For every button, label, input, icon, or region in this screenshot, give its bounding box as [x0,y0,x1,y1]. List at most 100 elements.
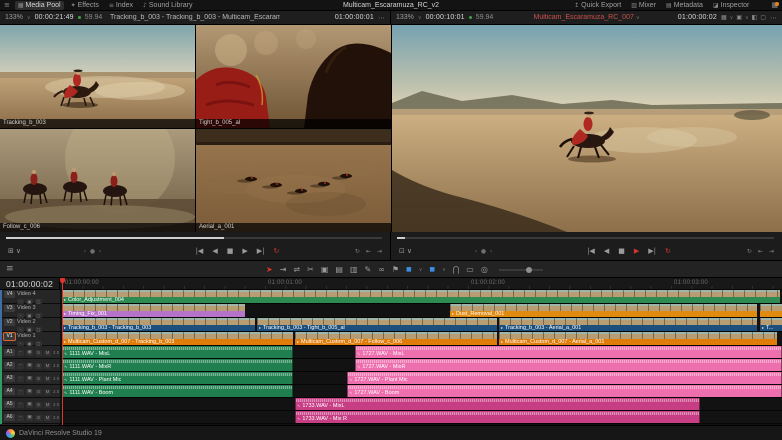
timeline-clip[interactable]: ▸Tracking_b_003 - Aerial_a_001 [499,318,757,331]
track-auto-select-icon[interactable]: ▣ [26,350,33,356]
jog-wheel[interactable]: ‹ ● › [457,248,511,255]
fullscreen-icon[interactable]: ▢ [760,14,766,21]
dynamic-trim-icon[interactable]: ⇌ [293,262,300,277]
track-auto-select-icon[interactable]: ▣ [26,389,33,395]
loop-playback-icon[interactable]: ↻ [747,248,752,255]
track-auto-select-icon[interactable]: ▣ [26,415,33,421]
timeline-clip[interactable]: ∿1111.WAV - Boom [62,385,293,397]
mute-button[interactable]: M [44,363,51,369]
multicam-angle-follow[interactable]: Follow_c_006 [0,129,195,232]
track-lock-icon[interactable]: – [17,376,24,382]
zoom-fit-icon[interactable]: ▭ [466,262,474,277]
timeline-clip[interactable]: ∿1727.WAV - MixR [355,359,782,371]
mute-button[interactable]: M [44,415,51,421]
track-header-a3[interactable]: A3–▣SM2.0 [0,372,60,385]
still-store-dropdown[interactable]: ▣ [736,14,742,21]
timeline-name-dropdown[interactable]: Multicam_Escaramuza_RC_007 ∨ [501,14,672,21]
trim-edit-icon[interactable]: ⇥ [280,262,287,277]
top-button-metadata[interactable]: ▤Metadata [663,1,706,10]
track-header-a5[interactable]: A5–▣SM2.0 [0,398,60,411]
goto-out-icon[interactable]: ⇥ [377,248,382,255]
timeline-clip[interactable]: ▸Tracking_b_003 - Tight_b_005_al [257,318,497,331]
mute-button[interactable]: M [44,376,51,382]
play-button[interactable]: ▶ [634,245,639,257]
loop-button[interactable]: ↻ [665,245,671,257]
top-button-index[interactable]: ≡Index [106,1,136,10]
mute-button[interactable]: M [44,350,51,356]
stop-button[interactable]: ■ [618,245,625,257]
timeline-clip[interactable]: ▸Multicam_Custom_d_007 - Follow_c_006 [295,332,497,345]
track-lock-icon[interactable]: – [17,350,24,356]
goto-out-icon[interactable]: ⇥ [769,248,774,255]
track-header-a1[interactable]: A1–▣SM2.0 [0,346,60,359]
timeline-viewer-canvas[interactable] [392,25,782,232]
track-lock-icon[interactable]: – [17,363,24,369]
overwrite-clip-icon[interactable]: ▤ [335,262,343,277]
track-header-a4[interactable]: A4–▣SM2.0 [0,385,60,398]
loop-button[interactable]: ↻ [273,245,279,257]
timeline-clip[interactable]: ∿1733.WAV - Mix R [295,411,700,423]
loop-playback-icon[interactable]: ↻ [355,248,360,255]
transform-dropdown[interactable]: ⊡ ∨ [399,247,457,255]
timeline-zoom-slider[interactable] [499,269,543,271]
source-zoom-dropdown[interactable]: 133% [5,14,23,21]
timeline-clip[interactable]: ▸Multicam_Custom_d_007 - Aerial_a_001 [499,332,777,345]
selection-tool-icon[interactable]: ➤ [266,262,273,277]
playhead[interactable] [62,278,63,425]
timeline-ruler[interactable]: 01:00:00:0001:00:01:0001:00:02:0001:00:0… [60,278,782,290]
timeline-clip[interactable]: ▸Color_Adjustment_004 [62,290,780,303]
solo-button[interactable]: S [35,402,42,408]
marker-color-dropdown[interactable]: ■ [406,262,412,277]
timeline-clip[interactable]: ∿1733.WAV - MixL [295,398,700,410]
zoom-detail-icon[interactable]: ◎ [481,262,488,277]
first-frame-button[interactable]: |◀ [196,245,204,257]
multicam-angle-aerial[interactable]: Aerial_a_001 [196,129,391,232]
flag-color-dropdown[interactable]: ■ [429,262,435,277]
track-header-v2[interactable]: V2Video 2–▣▢ [0,318,60,332]
track-header-v3[interactable]: V3Video 3–▣▢ [0,304,60,318]
track-auto-select-icon[interactable]: ▣ [26,402,33,408]
play-button[interactable]: ▶ [242,245,247,257]
first-frame-button[interactable]: |◀ [587,245,595,257]
track-auto-select-icon[interactable]: ▣ [26,363,33,369]
goto-in-icon[interactable]: ⇤ [366,248,371,255]
replace-clip-icon[interactable]: ▥ [350,262,358,277]
track-auto-select-icon[interactable]: ▣ [26,376,33,382]
timeline-clip[interactable] [760,304,782,317]
timeline-clip[interactable]: ▸Dust_Removal_001 [450,304,757,317]
track-header-a6[interactable]: A6–▣SM2.0 [0,411,60,424]
timeline-clip[interactable]: ∿1727.WAV - Boom [347,385,782,397]
link-clips-icon[interactable]: ∞ [378,262,385,277]
pen-tool-icon[interactable]: ✎ [365,262,372,277]
track-lock-icon[interactable]: – [17,389,24,395]
mute-button[interactable]: M [44,402,51,408]
timeline-clip[interactable]: ▸Timing_Fix_001 [62,304,245,317]
multicam-angle-tracking[interactable]: Tracking_b_003 [0,25,195,128]
timeline-clip[interactable]: ∿1727.WAV - MixL [355,346,782,358]
snapping-icon[interactable]: ⋂ [453,262,460,277]
goto-in-icon[interactable]: ⇤ [758,248,763,255]
solo-button[interactable]: S [35,389,42,395]
notification-dot[interactable] [775,2,779,6]
top-button-quick-export[interactable]: ↥Quick Export [571,1,624,10]
track-header-v1[interactable]: V1Video 1–▣▢ [0,332,60,346]
timeline-tracks-area[interactable]: 01:00:00:0001:00:01:0001:00:02:0001:00:0… [60,278,782,425]
source-more-options-icon[interactable]: ⋯ [378,14,385,22]
wipe-mode-dropdown[interactable]: ▦ [721,14,727,21]
timeline-more-options-icon[interactable]: ⋯ [770,14,777,22]
source-scrub-bar[interactable] [6,237,382,239]
track-header-a2[interactable]: A2–▣SM2.0 [0,359,60,372]
top-button-mixer[interactable]: ▥Mixer [628,1,659,10]
timeline-clip[interactable]: ∿1111.WAV - MixR [62,359,293,371]
top-button-inspector[interactable]: ◪Inspector [710,1,752,10]
track-lock-icon[interactable]: – [17,402,24,408]
scopes-icon[interactable]: ◧ [752,14,758,21]
solo-button[interactable]: S [35,415,42,421]
timeline-view-options-icon[interactable]: ≡ [6,263,14,276]
multicam-view-dropdown[interactable]: ⊞ ∨ [8,247,66,255]
stop-button[interactable]: ■ [227,245,234,257]
timeline-zoom-dropdown[interactable]: 133% [396,14,414,21]
top-button-media-pool[interactable]: ▦Media Pool [15,1,64,10]
track-header-v4[interactable]: V4Video 4–▣▢ [0,290,60,304]
zoom-slider-handle[interactable] [526,267,532,273]
